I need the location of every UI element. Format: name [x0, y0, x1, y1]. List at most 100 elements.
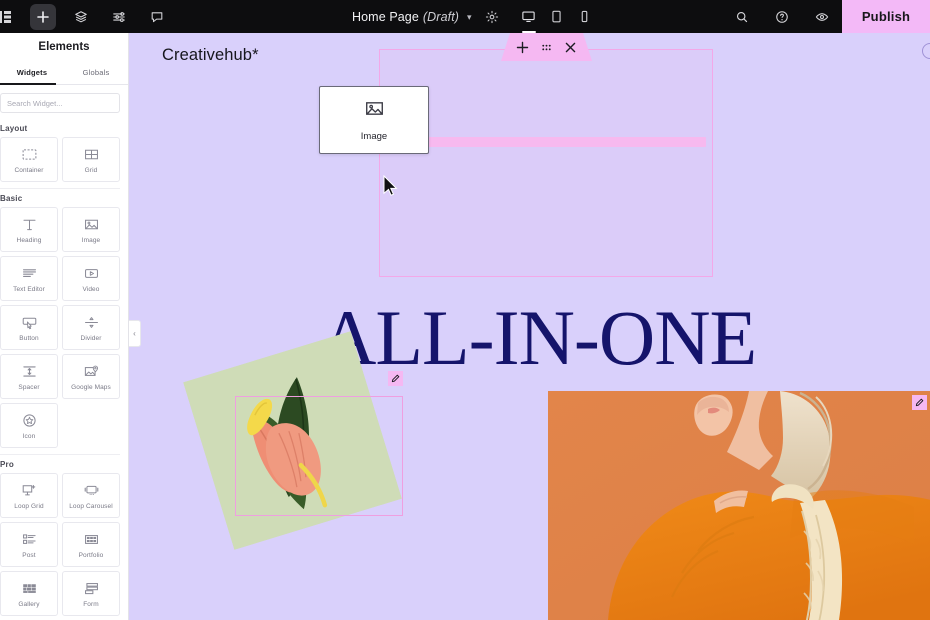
widget-label: Button [19, 334, 39, 342]
page-canvas[interactable]: Creativehub* Image ALL-IN-ONE [133, 33, 930, 620]
container-icon [21, 146, 38, 163]
group-title-basic: Basic [0, 194, 23, 203]
tab-widgets[interactable]: Widgets [0, 61, 64, 85]
spacer-icon [21, 363, 38, 380]
widget-label: Loop Grid [14, 502, 44, 510]
widget-grid[interactable]: Grid [62, 137, 120, 182]
widget-empty-slot [62, 403, 120, 448]
widget-image[interactable]: Image [62, 207, 120, 252]
group-divider [0, 454, 120, 455]
close-section-icon[interactable] [564, 41, 577, 54]
top-bar: Home Page (Draft) ▾ Publish [0, 0, 930, 33]
canvas-corner-circle-icon [922, 43, 930, 59]
divider-icon [83, 314, 100, 331]
device-desktop-button[interactable] [515, 0, 543, 33]
loop-grid-icon [21, 482, 38, 499]
dragged-widget-card[interactable]: Image [319, 86, 429, 154]
image-icon [364, 98, 385, 124]
elements-panel: Elements Widgets Globals Search Widget..… [0, 33, 129, 620]
widget-label: Video [82, 285, 100, 293]
button-icon [21, 314, 38, 331]
comments-icon[interactable] [144, 4, 170, 30]
widget-icon[interactable]: Icon [0, 403, 58, 448]
search-widget-input[interactable]: Search Widget... [0, 93, 120, 113]
widget-divider[interactable]: Divider [62, 305, 120, 350]
widget-button[interactable]: Button [0, 305, 58, 350]
widget-portfolio[interactable]: Portfolio [62, 522, 120, 567]
widget-group-basic: Heading Image Text Editor Video Button D… [0, 207, 120, 448]
widget-google-maps[interactable]: Google Maps [62, 354, 120, 399]
widget-spacer[interactable]: Spacer [0, 354, 58, 399]
model-photo [548, 391, 930, 620]
widget-label: Gallery [18, 600, 40, 608]
page-state-text: (Draft) [422, 9, 460, 24]
widget-label: Text Editor [13, 285, 45, 293]
widget-video[interactable]: Video [62, 256, 120, 301]
widget-label: Post [22, 551, 36, 559]
container-dropzone[interactable] [379, 49, 713, 277]
top-bar-left-icons [0, 0, 176, 33]
group-title-pro: Pro [0, 460, 14, 469]
gear-icon[interactable] [485, 10, 499, 24]
top-bar-center: Home Page (Draft) ▾ [352, 0, 599, 33]
widget-form[interactable]: Form [62, 571, 120, 616]
flower-image-widget[interactable] [183, 331, 423, 593]
dragged-widget-label: Image [360, 131, 388, 142]
widget-post[interactable]: Post [0, 522, 58, 567]
add-element-icon[interactable] [30, 3, 56, 30]
text-editor-icon [21, 265, 38, 282]
publish-button[interactable]: Publish [842, 0, 930, 33]
widget-loop-grid[interactable]: Loop Grid [0, 473, 58, 518]
widget-label: Container [14, 166, 44, 174]
widget-label: Image [81, 236, 101, 244]
widget-list[interactable]: Layout Container Grid Basic Heading Imag… [0, 119, 128, 620]
device-switcher [515, 0, 599, 33]
panel-title: Elements [38, 41, 90, 53]
model-photo-widget[interactable] [548, 391, 930, 620]
google-maps-icon [83, 363, 100, 380]
heading-icon [21, 216, 38, 233]
page-title-text: Home Page [352, 9, 419, 24]
layers-icon[interactable] [68, 4, 94, 30]
widget-heading[interactable]: Heading [0, 207, 58, 252]
widget-label: Spacer [18, 383, 40, 391]
portfolio-icon [83, 531, 100, 548]
gallery-icon [21, 580, 38, 597]
top-bar-right: Publish [722, 0, 930, 33]
edit-pencil-icon[interactable] [388, 371, 403, 386]
preview-eye-icon[interactable] [809, 4, 835, 30]
widget-label: Icon [22, 432, 36, 440]
image-selection-outline[interactable] [235, 396, 403, 516]
widget-label: Heading [16, 236, 42, 244]
search-icon[interactable] [729, 4, 755, 30]
widget-container[interactable]: Container [0, 137, 58, 182]
panel-collapse-button[interactable]: ‹ [129, 320, 141, 347]
group-divider [0, 188, 120, 189]
page-title-dropdown[interactable]: Home Page (Draft) ▾ [352, 10, 472, 24]
panel-tabs: Widgets Globals [0, 61, 128, 85]
post-icon [21, 531, 38, 548]
widget-gallery[interactable]: Gallery [0, 571, 58, 616]
device-mobile-button[interactable] [571, 0, 599, 33]
widget-text-editor[interactable]: Text Editor [0, 256, 58, 301]
widget-label: Google Maps [71, 383, 111, 391]
drag-handle-icon[interactable] [540, 41, 553, 54]
device-tablet-button[interactable] [543, 0, 571, 33]
star-icon [21, 412, 38, 429]
widget-label: Grid [84, 166, 98, 174]
elementor-logo-icon[interactable] [0, 4, 18, 30]
group-title-layout: Layout [0, 124, 28, 133]
widget-label: Form [83, 600, 99, 608]
grid-icon [83, 146, 100, 163]
chevron-down-icon[interactable]: ▾ [467, 12, 472, 23]
search-widget-wrap: Search Widget... [0, 85, 128, 119]
settings-sliders-icon[interactable] [106, 4, 132, 30]
widget-loop-carousel[interactable]: Loop Carousel [62, 473, 120, 518]
widget-label: Portfolio [78, 551, 104, 559]
edit-pencil-icon[interactable] [912, 395, 927, 410]
form-icon [83, 580, 100, 597]
loop-carousel-icon [83, 482, 100, 499]
tab-globals[interactable]: Globals [64, 61, 128, 84]
add-section-icon[interactable] [516, 41, 529, 54]
help-icon[interactable] [769, 4, 795, 30]
